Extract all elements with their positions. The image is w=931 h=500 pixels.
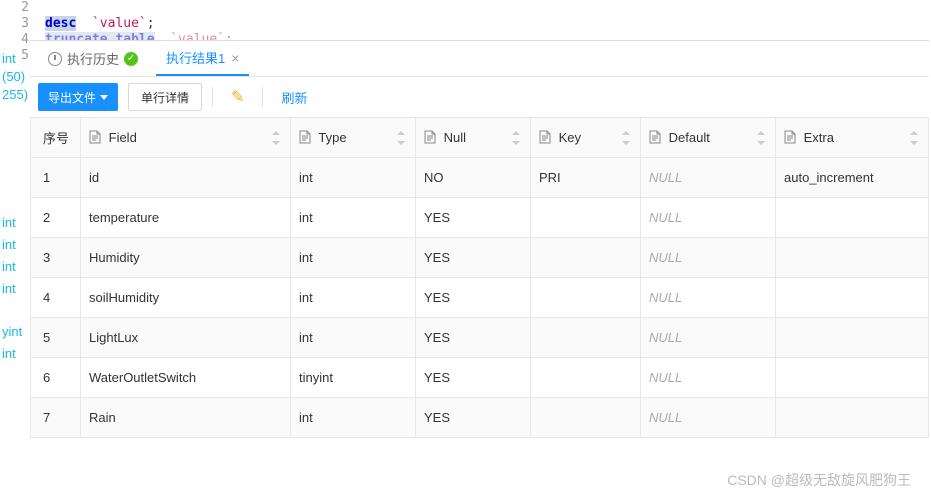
table-cell[interactable] — [776, 238, 929, 278]
document-icon — [539, 130, 551, 144]
table-cell[interactable]: 7 — [31, 398, 81, 438]
sort-icon[interactable] — [622, 131, 632, 145]
table-cell[interactable] — [531, 318, 641, 358]
table-cell[interactable] — [776, 198, 929, 238]
table-cell[interactable]: NULL — [641, 158, 776, 198]
table-cell[interactable]: temperature — [81, 198, 291, 238]
table-cell[interactable]: YES — [416, 318, 531, 358]
table-cell[interactable]: auto_increment — [776, 158, 929, 198]
table-row[interactable]: 4soilHumidityintYES NULL — [31, 278, 929, 318]
table-cell[interactable] — [531, 198, 641, 238]
col-header-null[interactable]: Null — [416, 118, 531, 158]
sql-identifier: `value` — [92, 16, 147, 31]
table-cell[interactable]: int — [291, 198, 416, 238]
table-cell[interactable] — [531, 278, 641, 318]
refresh-link[interactable]: 刷新 — [273, 88, 315, 107]
watermark: CSDN @超级无敌旋风肥狗王 — [727, 470, 911, 490]
col-header-field[interactable]: Field — [81, 118, 291, 158]
sort-icon[interactable] — [512, 131, 522, 145]
table-cell[interactable]: tinyint — [291, 358, 416, 398]
tab-label: 执行结果1 — [166, 48, 225, 67]
table-cell[interactable]: NO — [416, 158, 531, 198]
tab-history[interactable]: 执行历史 ✓ — [38, 49, 148, 68]
document-icon — [424, 130, 436, 144]
col-header-index[interactable]: 序号 — [31, 118, 81, 158]
table-cell[interactable]: YES — [416, 398, 531, 438]
table-cell[interactable]: YES — [416, 278, 531, 318]
table-cell[interactable] — [531, 358, 641, 398]
table-cell[interactable]: 5 — [31, 318, 81, 358]
table-cell[interactable]: NULL — [641, 318, 776, 358]
result-table: 序号 Field Type Null Key — [30, 117, 929, 438]
table-cell[interactable]: YES — [416, 358, 531, 398]
table-cell[interactable]: 6 — [31, 358, 81, 398]
document-icon — [89, 130, 101, 144]
table-cell[interactable]: 3 — [31, 238, 81, 278]
table-cell[interactable]: PRI — [531, 158, 641, 198]
table-cell[interactable]: YES — [416, 238, 531, 278]
divider — [212, 87, 213, 107]
export-button[interactable]: 导出文件 — [38, 83, 118, 111]
table-cell[interactable]: soilHumidity — [81, 278, 291, 318]
table-cell[interactable]: YES — [416, 198, 531, 238]
table-cell[interactable] — [776, 278, 929, 318]
table-cell[interactable] — [776, 398, 929, 438]
col-header-type[interactable]: Type — [291, 118, 416, 158]
table-cell[interactable]: 4 — [31, 278, 81, 318]
sort-icon[interactable] — [757, 131, 767, 145]
col-header-default[interactable]: Default — [641, 118, 776, 158]
table-cell[interactable]: int — [291, 238, 416, 278]
check-icon: ✓ — [124, 52, 138, 66]
edit-icon[interactable]: ✎ — [223, 87, 252, 107]
left-margin: int (50) 255) int int int int yint int — [0, 50, 28, 363]
table-row[interactable]: 2temperatureintYES NULL — [31, 198, 929, 238]
col-header-key[interactable]: Key — [531, 118, 641, 158]
sort-icon[interactable] — [397, 131, 407, 145]
document-icon — [784, 130, 796, 144]
history-icon — [48, 52, 62, 66]
table-row[interactable]: 5LightLuxintYES NULL — [31, 318, 929, 358]
row-detail-button[interactable]: 单行详情 — [128, 83, 202, 111]
table-cell[interactable]: NULL — [641, 358, 776, 398]
sort-icon[interactable] — [910, 131, 920, 145]
table-cell[interactable]: NULL — [641, 238, 776, 278]
table-cell[interactable]: WaterOutletSwitch — [81, 358, 291, 398]
tab-bar: 执行历史 ✓ 执行结果1 × — [30, 41, 929, 77]
close-icon[interactable]: × — [231, 50, 239, 66]
table-cell[interactable]: NULL — [641, 198, 776, 238]
table-cell[interactable]: int — [291, 398, 416, 438]
table-cell[interactable]: Rain — [81, 398, 291, 438]
divider — [262, 87, 263, 107]
document-icon — [649, 130, 661, 144]
code-editor[interactable]: 2 3 4 5 desc `value`; truncate table `va… — [0, 0, 931, 40]
table-cell[interactable] — [531, 398, 641, 438]
table-row[interactable]: 1idintNOPRINULLauto_increment — [31, 158, 929, 198]
document-icon — [299, 130, 311, 144]
table-row[interactable]: 3HumidityintYES NULL — [31, 238, 929, 278]
table-cell[interactable]: LightLux — [81, 318, 291, 358]
table-cell[interactable]: NULL — [641, 398, 776, 438]
table-cell[interactable]: 1 — [31, 158, 81, 198]
table-cell[interactable]: NULL — [641, 278, 776, 318]
table-cell[interactable] — [776, 358, 929, 398]
table-cell[interactable]: Humidity — [81, 238, 291, 278]
col-header-extra[interactable]: Extra — [776, 118, 929, 158]
table-cell[interactable]: id — [81, 158, 291, 198]
table-cell[interactable]: 2 — [31, 198, 81, 238]
sort-icon[interactable] — [272, 131, 282, 145]
chevron-down-icon — [100, 95, 108, 100]
table-cell[interactable] — [531, 238, 641, 278]
table-row[interactable]: 6WaterOutletSwitchtinyintYES NULL — [31, 358, 929, 398]
toolbar: 导出文件 单行详情 ✎ 刷新 — [30, 77, 929, 117]
table-row[interactable]: 7RainintYES NULL — [31, 398, 929, 438]
table-cell[interactable]: int — [291, 158, 416, 198]
results-panel: 执行历史 ✓ 执行结果1 × 导出文件 单行详情 ✎ 刷新 序号 Field — [30, 40, 929, 438]
table-cell[interactable]: int — [291, 278, 416, 318]
table-cell[interactable] — [776, 318, 929, 358]
tab-label: 执行历史 — [67, 49, 119, 68]
tab-result[interactable]: 执行结果1 × — [156, 41, 249, 76]
table-cell[interactable]: int — [291, 318, 416, 358]
sql-keyword: desc — [45, 16, 76, 31]
